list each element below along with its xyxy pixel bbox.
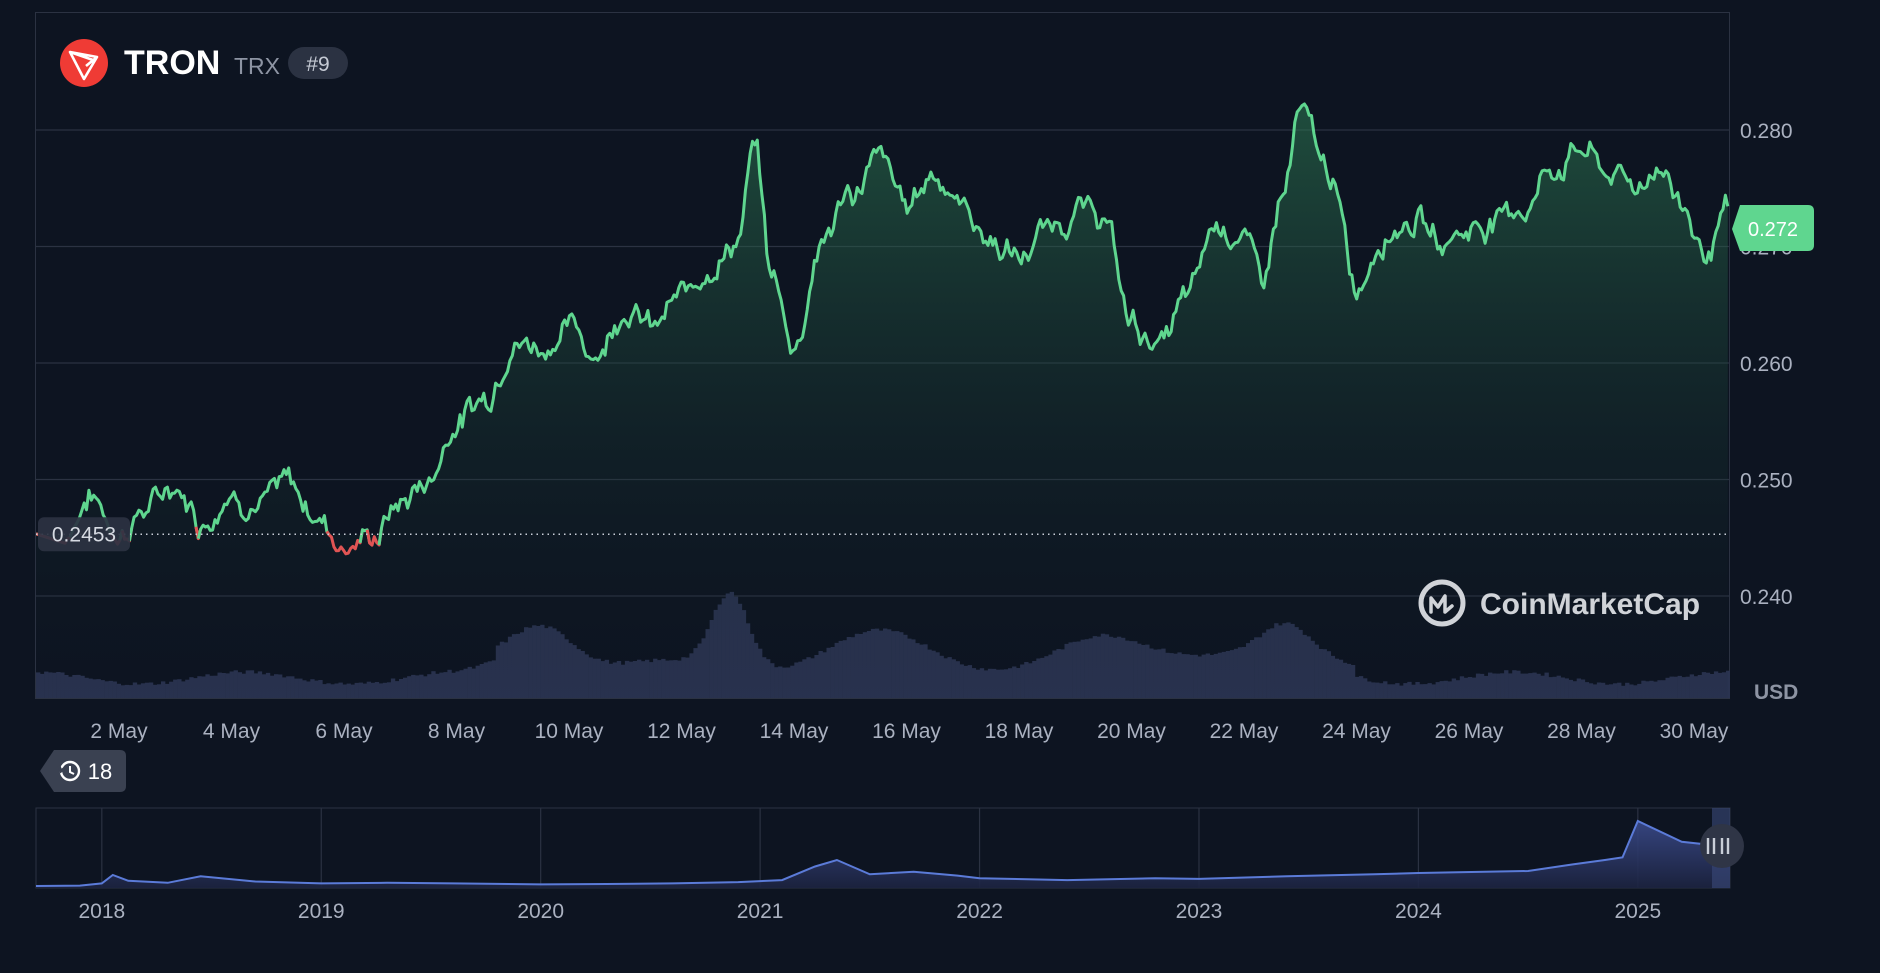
coin-symbol: TRX xyxy=(234,53,280,79)
price-chart-svg: 0.2400.2500.2600.2700.280 2 May4 May6 Ma… xyxy=(35,12,1814,923)
history-button[interactable]: 18 xyxy=(40,750,126,792)
x-tick-label: 28 May xyxy=(1547,720,1616,743)
x-tick-label: 30 May xyxy=(1660,720,1729,743)
history-count: 18 xyxy=(88,759,112,784)
navigator-tick-label: 2020 xyxy=(517,900,564,923)
coin-header[interactable]: TRON TRX #9 xyxy=(60,39,348,87)
navigator-handle[interactable] xyxy=(1700,824,1744,868)
navigator-tick-label: 2023 xyxy=(1176,900,1223,923)
x-tick-label: 20 May xyxy=(1097,720,1166,743)
x-tick-label: 14 May xyxy=(760,720,829,743)
open-price-tag: 0.2453 xyxy=(38,517,130,552)
navigator-tick-label: 2018 xyxy=(78,900,125,923)
y-tick-label: 0.240 xyxy=(1740,586,1793,609)
watermark-text: CoinMarketCap xyxy=(1480,588,1700,621)
y-tick-label: 0.260 xyxy=(1740,353,1793,376)
chart-widget: 0.2400.2500.2600.2700.280 2 May4 May6 Ma… xyxy=(0,0,1880,968)
x-tick-label: 2 May xyxy=(90,720,148,743)
navigator-tick-label: 2021 xyxy=(737,900,784,923)
x-tick-label: 26 May xyxy=(1435,720,1504,743)
x-tick-label: 22 May xyxy=(1210,720,1279,743)
x-tick-label: 18 May xyxy=(985,720,1054,743)
rank-label: #9 xyxy=(306,53,329,76)
unit-label: USD xyxy=(1754,681,1798,704)
range-navigator[interactable]: 2018 2019 2020 2021 2022 2023 2024 2025 xyxy=(35,807,1744,923)
x-tick-label: 4 May xyxy=(203,720,261,743)
navigator-tick-label: 2025 xyxy=(1614,900,1661,923)
navigator-tick-label: 2022 xyxy=(956,900,1003,923)
navigator-tick-label: 2024 xyxy=(1395,900,1442,923)
navigator-area xyxy=(36,821,1730,888)
current-price-tag: 0.272 xyxy=(1732,205,1814,252)
current-price-label: 0.272 xyxy=(1748,219,1798,241)
x-axis: 2 May 4 May 6 May 8 May 10 May 12 May 14 May 16… xyxy=(90,720,1729,743)
y-tick-label: 0.280 xyxy=(1740,120,1793,143)
y-tick-label: 0.250 xyxy=(1740,470,1793,493)
x-tick-label: 16 May xyxy=(872,720,941,743)
y-axis: 0.2400.2500.2600.2700.280 xyxy=(1740,120,1793,609)
open-price-label: 0.2453 xyxy=(52,523,116,546)
navigator-x-axis: 2018 2019 2020 2021 2022 2023 2024 2025 xyxy=(78,900,1661,923)
navigator-tick-label: 2019 xyxy=(298,900,345,923)
coin-name: TRON xyxy=(124,44,220,82)
x-tick-label: 12 May xyxy=(647,720,716,743)
x-tick-label: 24 May xyxy=(1322,720,1391,743)
x-tick-label: 6 May xyxy=(315,720,373,743)
price-area-fill xyxy=(36,104,1728,698)
x-tick-label: 8 May xyxy=(428,720,486,743)
x-tick-label: 10 May xyxy=(535,720,604,743)
